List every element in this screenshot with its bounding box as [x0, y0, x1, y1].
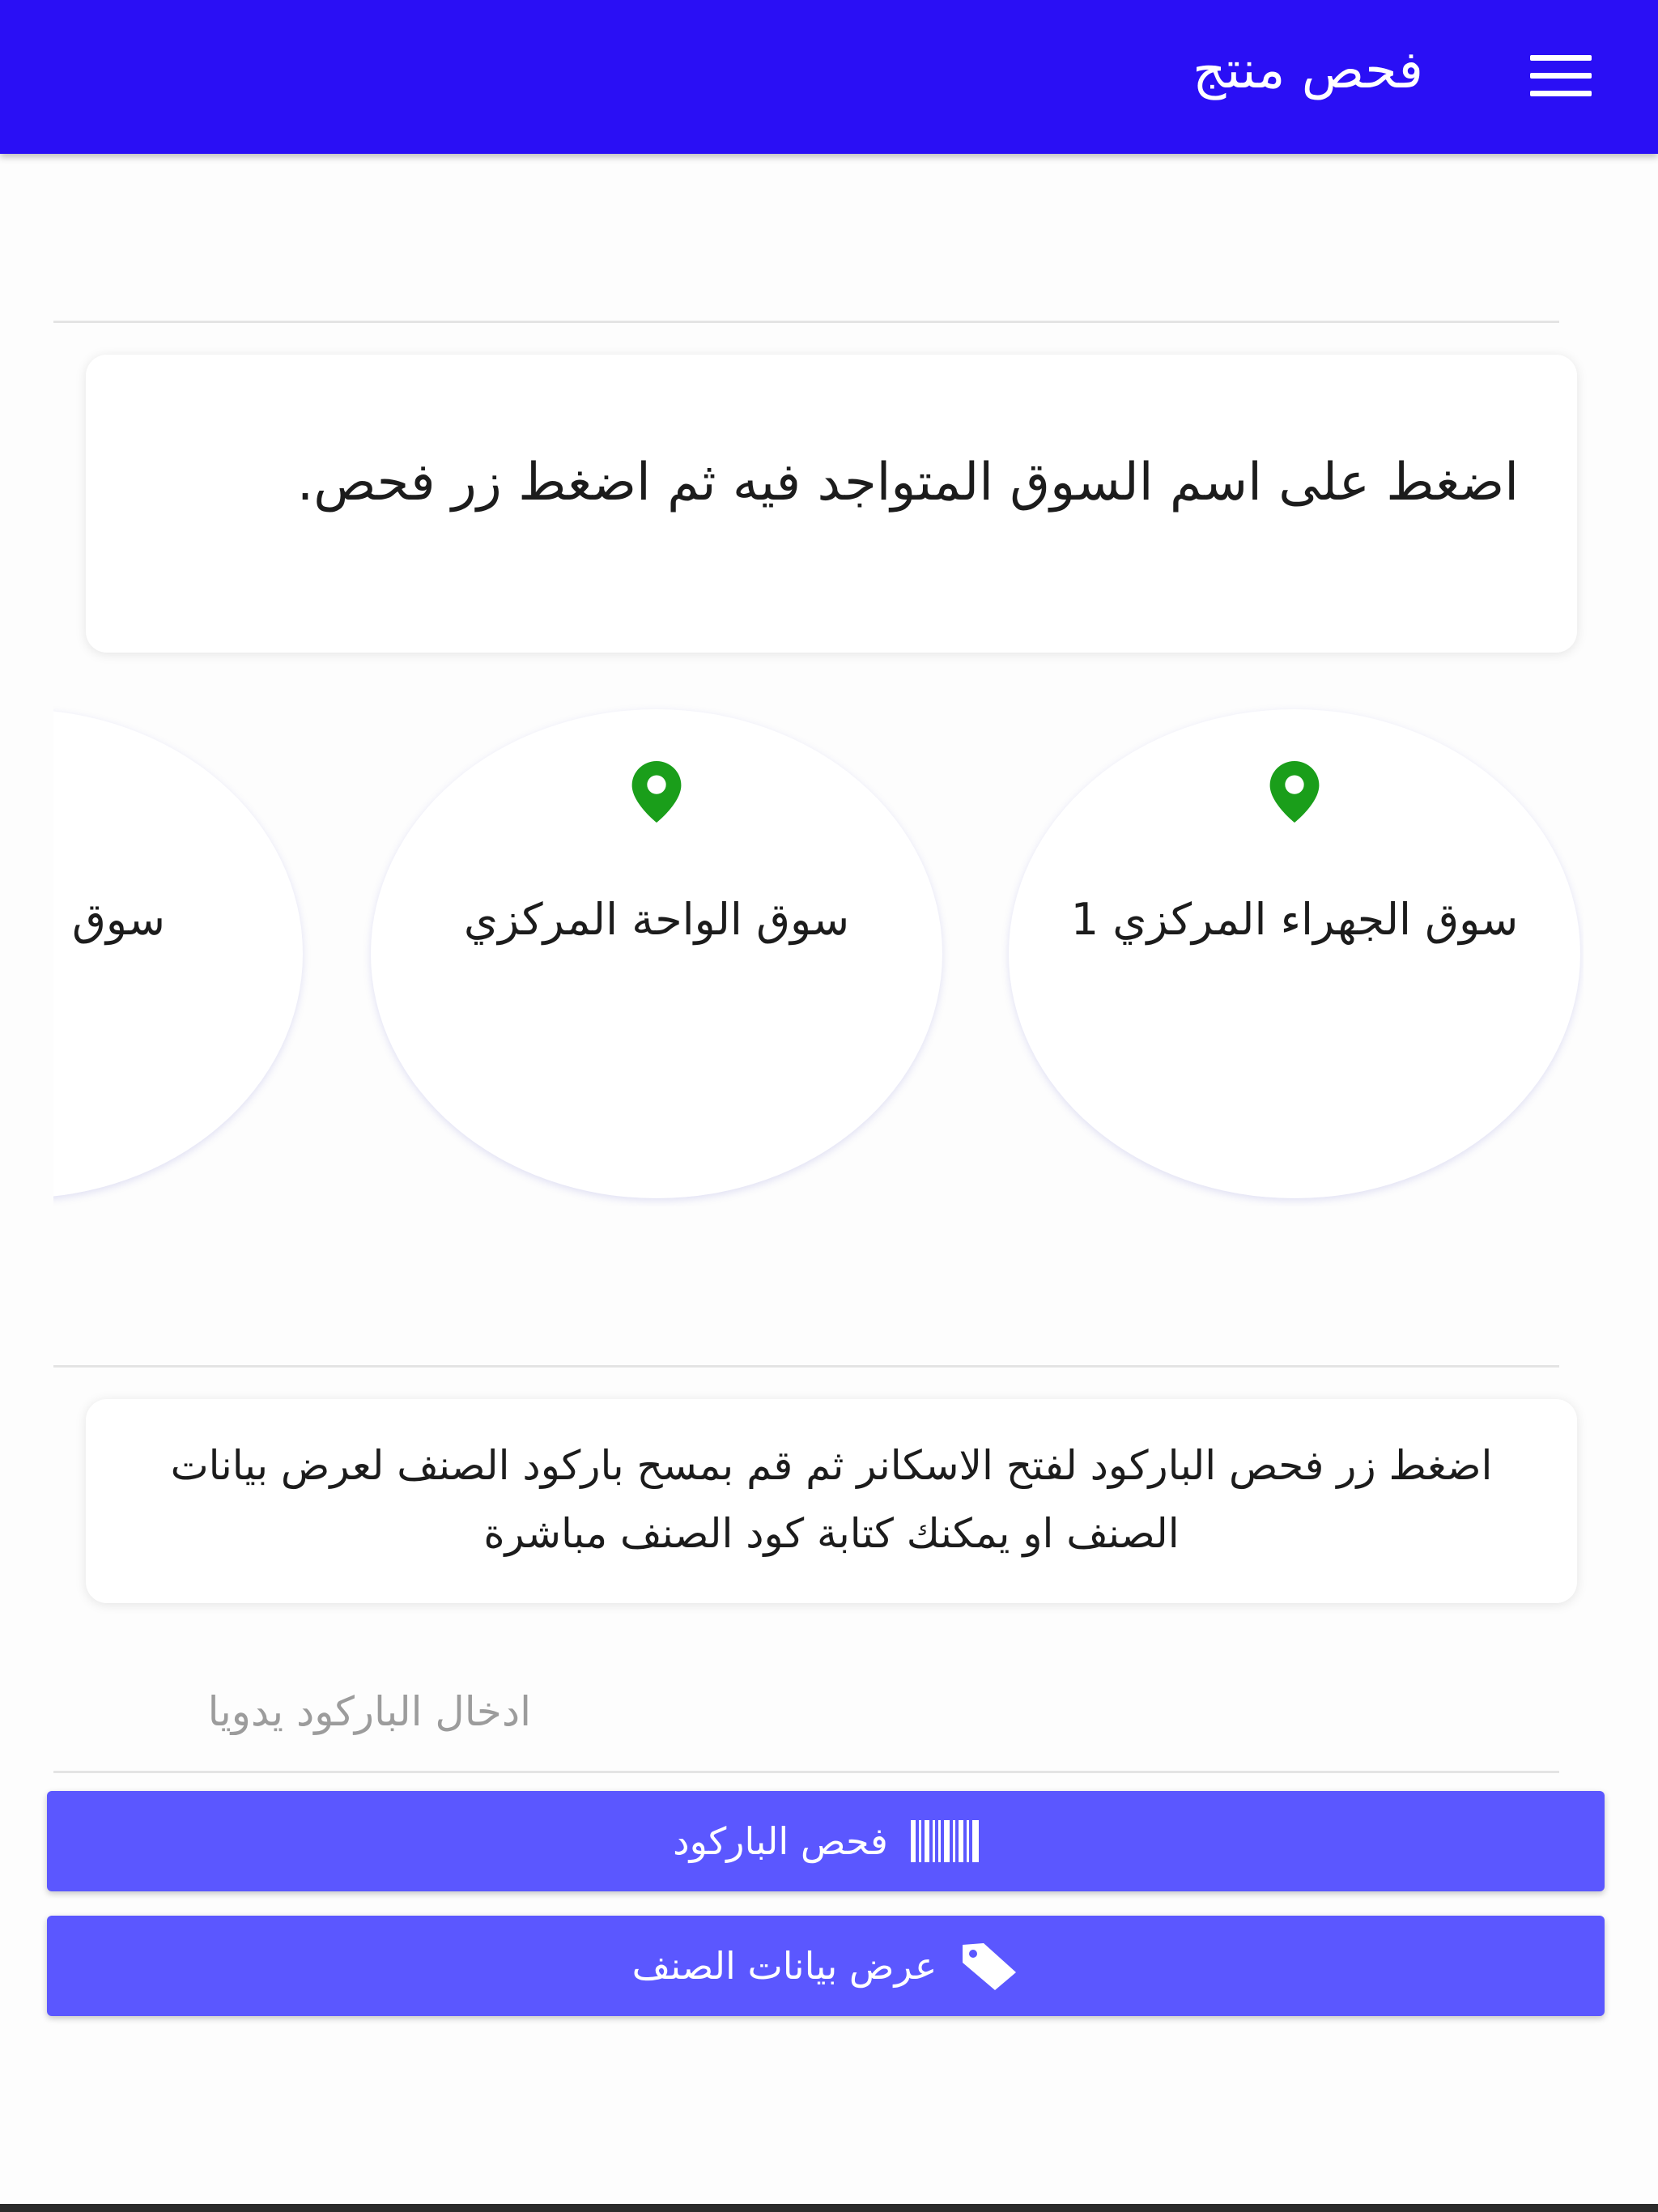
market-item[interactable]: سوق الواحة المركزي [371, 709, 942, 1198]
show-item-data-label: عرض بيانات الصنف [631, 1944, 937, 1988]
location-pin-icon [1269, 761, 1320, 823]
scan-barcode-button[interactable]: فحص الباركود [47, 1791, 1605, 1891]
barcode-instruction-text: اضغط زر فحص الباركود لفتح الاسكانر ثم قم… [170, 1442, 1493, 1557]
market-name: سوق الواحة المركزي [463, 894, 850, 945]
divider [53, 1365, 1559, 1368]
top-app-bar: فحص منتج [0, 0, 1658, 154]
show-item-data-button[interactable]: عرض بيانات الصنف [47, 1916, 1605, 2016]
market-instruction-text: اضغط على اسم السوق المتواجد فيه ثم اضغط … [296, 453, 1519, 513]
market-item[interactable]: سوق الجهراء المركزي 1 [1009, 709, 1580, 1198]
page-title: فحص منتج [1192, 40, 1423, 100]
product-check-screen: فحص منتج اضغط على اسم السوق المتواجد فيه… [0, 0, 1658, 2212]
divider [53, 321, 1559, 323]
market-item[interactable]: سوق [53, 709, 303, 1198]
market-instruction-card: اضغط على اسم السوق المتواجد فيه ثم اضغط … [86, 355, 1577, 653]
hamburger-menu-icon[interactable] [1530, 55, 1592, 97]
window-bottom-edge [0, 2204, 1658, 2212]
barcode-manual-input[interactable] [53, 1652, 1559, 1773]
market-list[interactable]: سوق الجهراء المركزي 1 سوق الواحة المركزي… [53, 704, 1584, 1206]
market-name: سوق الجهراء المركزي 1 [1070, 894, 1519, 945]
location-pin-icon [631, 761, 682, 823]
barcode-icon [910, 1820, 979, 1862]
scan-barcode-label: فحص الباركود [673, 1819, 888, 1863]
market-name: سوق [71, 894, 165, 945]
barcode-instruction-card: اضغط زر فحص الباركود لفتح الاسكانر ثم قم… [86, 1399, 1577, 1603]
tag-icon [963, 1943, 1017, 1990]
